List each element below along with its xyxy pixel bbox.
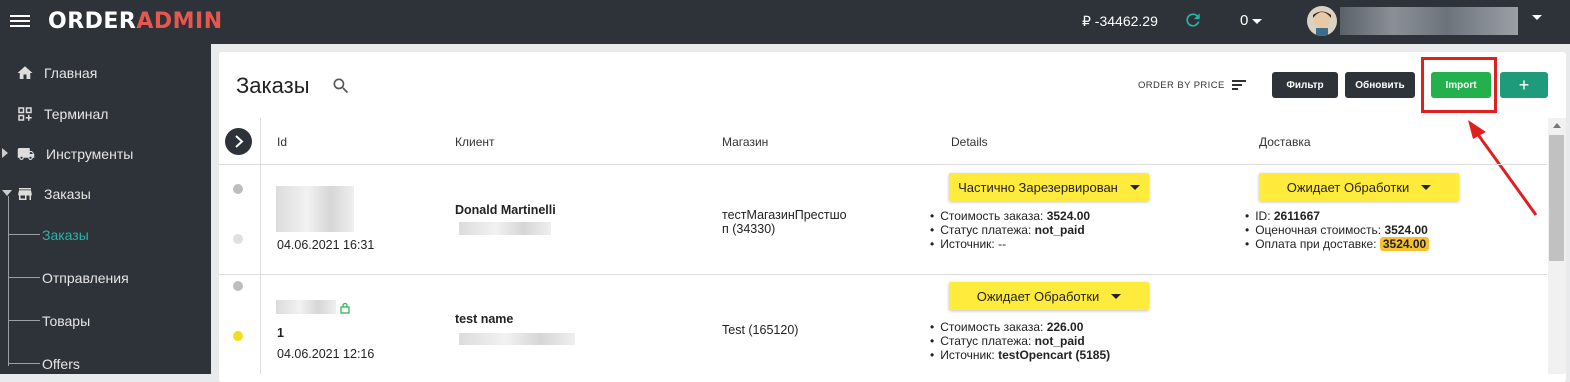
tree-line bbox=[8, 320, 40, 321]
sort-icon[interactable] bbox=[1232, 79, 1246, 91]
avatar[interactable] bbox=[1307, 6, 1337, 36]
scroll-up-icon[interactable] bbox=[1553, 123, 1561, 128]
delivery-item: Оценочная стоимость: 3524.00 bbox=[1245, 223, 1429, 237]
store-icon bbox=[18, 188, 32, 200]
delivery-details: ID: 2611667 Оценочная стоимость: 3524.00… bbox=[1245, 209, 1430, 251]
row-indicator bbox=[233, 184, 243, 194]
scrollbar-thumb[interactable] bbox=[1549, 135, 1564, 261]
tree-line bbox=[8, 277, 40, 278]
column-header-id[interactable]: Id bbox=[277, 135, 287, 149]
order-id[interactable]: 1 bbox=[277, 326, 284, 340]
shop-name[interactable]: тестМагазинПрестшо п (34330) bbox=[722, 208, 847, 236]
order-date: 04.06.2021 16:31 bbox=[277, 238, 375, 252]
tree-line bbox=[8, 234, 40, 235]
order-status-dropdown[interactable]: Частично Зарезервирован bbox=[949, 173, 1149, 201]
sidebar: Главная Терминал Инструменты Заказы Зака… bbox=[0, 44, 211, 374]
refresh-icon[interactable] bbox=[1183, 10, 1203, 30]
sidebar-item-tools[interactable]: Инструменты bbox=[16, 142, 133, 166]
qr-code-icon bbox=[18, 107, 32, 121]
row-divider bbox=[219, 274, 1547, 275]
row-indicator bbox=[233, 331, 243, 341]
detail-item: Источник: -- bbox=[930, 237, 1090, 251]
client-name[interactable]: Donald Martinelli bbox=[455, 203, 556, 217]
home-icon bbox=[17, 66, 33, 79]
order-details: Стоимость заказа: 3524.00 Статус платежа… bbox=[930, 209, 1090, 251]
search-icon[interactable] bbox=[331, 76, 351, 96]
sidebar-item-orders[interactable]: Заказы bbox=[16, 182, 91, 206]
delivery-status-dropdown[interactable]: Ожидает Обработки bbox=[1259, 173, 1459, 201]
logo[interactable]: ORDERADMIN bbox=[48, 9, 223, 34]
sidebar-item-label: Заказы bbox=[44, 186, 91, 202]
column-header-details[interactable]: Details bbox=[951, 135, 988, 149]
cod-amount-badge: 3524.00 bbox=[1379, 237, 1430, 251]
tree-line bbox=[8, 196, 9, 366]
sidebar-item-label: Терминал bbox=[44, 106, 109, 122]
lock-icon bbox=[340, 302, 350, 314]
truck-icon bbox=[17, 148, 35, 160]
add-button[interactable]: + bbox=[1500, 72, 1548, 98]
order-by-label[interactable]: ORDER BY PRICE bbox=[1138, 80, 1225, 91]
sidebar-subitem-orders[interactable]: Заказы bbox=[42, 227, 89, 243]
shop-name[interactable]: Test (165120) bbox=[722, 323, 798, 337]
delivery-item: ID: 2611667 bbox=[1245, 209, 1429, 223]
expand-button[interactable] bbox=[225, 128, 252, 155]
column-header-shop[interactable]: Магазин bbox=[722, 135, 768, 149]
order-status-dropdown[interactable]: Ожидает Обработки bbox=[949, 282, 1149, 310]
sidebar-item-label: Инструменты bbox=[46, 146, 134, 162]
sidebar-subitem-shipments[interactable]: Отправления bbox=[42, 270, 129, 286]
sidebar-subitem-offers[interactable]: Offers bbox=[42, 356, 80, 372]
sidebar-item-label: Главная bbox=[44, 65, 98, 81]
chevron-down-icon[interactable] bbox=[2, 190, 12, 196]
user-name-redacted[interactable] bbox=[1340, 7, 1518, 35]
tree-line bbox=[8, 363, 40, 364]
client-phone-redacted bbox=[459, 222, 551, 235]
filter-button[interactable]: Фильтр bbox=[1272, 72, 1338, 98]
client-name[interactable]: test name bbox=[455, 312, 513, 326]
sidebar-item-home[interactable]: Главная bbox=[16, 61, 97, 85]
column-header-delivery[interactable]: Доставка bbox=[1259, 135, 1311, 149]
notification-counter[interactable]: 0 bbox=[1240, 12, 1263, 29]
row-indicator bbox=[233, 234, 243, 244]
refresh-button[interactable]: Обновить bbox=[1345, 72, 1415, 98]
chevron-right-icon[interactable] bbox=[2, 148, 8, 158]
detail-item: Источник: testOpencart (5185) bbox=[930, 348, 1110, 362]
row-indicator bbox=[233, 281, 243, 291]
chevron-down-icon bbox=[1421, 184, 1432, 190]
chevron-down-icon bbox=[1111, 293, 1122, 299]
top-bar: ORDERADMIN ₽ -34462.29 0 bbox=[0, 0, 1570, 44]
chevron-right-icon bbox=[235, 135, 244, 148]
chevron-down-icon bbox=[1252, 18, 1263, 24]
menu-icon[interactable] bbox=[10, 12, 30, 32]
detail-item: Статус платежа: not_paid bbox=[930, 223, 1090, 237]
import-highlight-box bbox=[1421, 57, 1497, 113]
delivery-item: Оплата при доставке: 3524.00 bbox=[1245, 237, 1430, 251]
balance: ₽ -34462.29 bbox=[1082, 13, 1158, 29]
page-title: Заказы bbox=[236, 73, 310, 98]
client-phone-redacted bbox=[459, 333, 575, 345]
detail-item: Стоимость заказа: 3524.00 bbox=[930, 209, 1090, 223]
id-redacted bbox=[276, 186, 354, 232]
detail-item: Стоимость заказа: 226.00 bbox=[930, 320, 1110, 334]
id-redacted bbox=[276, 300, 336, 314]
column-header-client[interactable]: Клиент bbox=[455, 135, 495, 149]
chevron-down-icon[interactable] bbox=[1532, 15, 1542, 20]
sidebar-subitem-products[interactable]: Товары bbox=[42, 313, 90, 329]
table-header bbox=[219, 118, 1547, 165]
sidebar-item-terminal[interactable]: Терминал bbox=[16, 102, 108, 126]
chevron-down-icon bbox=[1129, 184, 1140, 190]
order-date: 04.06.2021 12:16 bbox=[277, 347, 375, 361]
detail-item: Статус платежа: not_paid bbox=[930, 334, 1110, 348]
order-details: Стоимость заказа: 226.00 Статус платежа:… bbox=[930, 320, 1110, 362]
